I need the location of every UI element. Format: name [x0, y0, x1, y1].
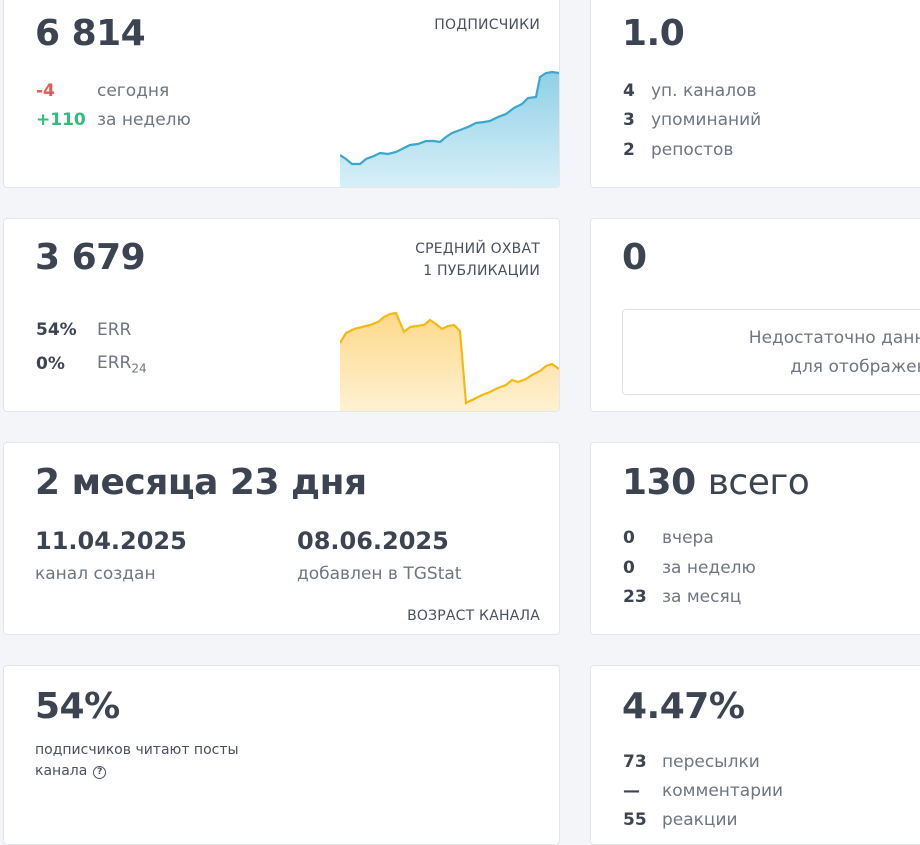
reach-sparkline: [340, 311, 559, 411]
today-label: сегодня: [97, 81, 170, 101]
engagement-row-comments: — комментарии: [623, 781, 784, 801]
posts-value: 130 всего: [622, 462, 810, 503]
err-label: ERR: [97, 320, 132, 340]
week-value: +110: [36, 110, 86, 130]
age-value: 2 месяца 23 дня: [35, 462, 367, 503]
engagement-row-reactions: 55 реакции: [623, 810, 738, 830]
subscribers-area: [340, 72, 559, 187]
subscribers-today: -4 сегодня: [36, 81, 169, 101]
created-date: 11.04.2025: [35, 527, 187, 555]
posts-card[interactable]: 130 всего 0 вчера 0 за неделю 23 за меся…: [590, 442, 920, 635]
reach-caption: СРЕДНИЙ ОХВАТ 1 ПУБЛИКАЦИИ: [415, 241, 540, 279]
age-caption: ВОЗРАСТ КАНАЛА: [407, 608, 540, 624]
readers-value: 54%: [35, 686, 120, 727]
posts-row-week: 0 за неделю: [623, 558, 756, 578]
readers-card[interactable]: 54% подписчиков читают посты канала?: [3, 665, 560, 845]
subscribers-sparkline: [340, 71, 559, 187]
err24-row: 0% ERR24: [36, 353, 147, 375]
citation-row-mentions: 3 упоминаний: [623, 110, 762, 130]
citation-row-channels: 4 уп. каналов: [623, 81, 757, 101]
added-label: добавлен в TGStat: [297, 564, 462, 584]
citation-value: 1.0: [622, 13, 685, 54]
citation-row-reposts: 2 репостов: [623, 140, 734, 160]
week-label: за неделю: [97, 110, 191, 130]
reach-card[interactable]: 3 679 СРЕДНИЙ ОХВАТ 1 ПУБЛИКАЦИИ 54% ERR…: [3, 218, 560, 412]
no-data-box: Недостаточно данных для отображения: [622, 309, 920, 395]
err-row: 54% ERR: [36, 320, 131, 340]
engagement-card[interactable]: 4.47% 73 пересылки — комментарии 55 реак…: [590, 665, 920, 845]
reach-value: 3 679: [35, 237, 146, 278]
created-label: канал создан: [35, 564, 156, 584]
readers-description: подписчиков читают посты канала?: [35, 742, 239, 779]
engagement-row-forwards: 73 пересылки: [623, 752, 760, 772]
subscribers-card[interactable]: 6 814 ПОДПИСЧИКИ -4 сегодня +110 за неде…: [3, 0, 560, 188]
today-value: -4: [36, 81, 55, 101]
engagement-value: 4.47%: [622, 686, 745, 727]
citation-card[interactable]: 1.0 4 уп. каналов 3 упоминаний 2 репосто…: [590, 0, 920, 188]
question-circle-icon[interactable]: ?: [93, 766, 107, 779]
zero-value: 0: [622, 237, 647, 278]
reach-area: [340, 313, 559, 411]
subscribers-caption: ПОДПИСЧИКИ: [434, 17, 540, 33]
posts-row-yesterday: 0 вчера: [623, 528, 714, 548]
posts-row-month: 23 за месяц: [623, 587, 742, 607]
subscribers-week: +110 за неделю: [36, 110, 191, 130]
err24-value: 0%: [36, 354, 65, 375]
err24-label: ERR24: [97, 353, 147, 376]
err-value: 54%: [36, 320, 77, 340]
subscribers-value: 6 814: [35, 13, 146, 54]
channel-age-card[interactable]: 2 месяца 23 дня 11.04.2025 канал создан …: [3, 442, 560, 635]
added-date: 08.06.2025: [297, 527, 449, 555]
no-data-card[interactable]: 0 Недостаточно данных для отображения: [590, 218, 920, 412]
